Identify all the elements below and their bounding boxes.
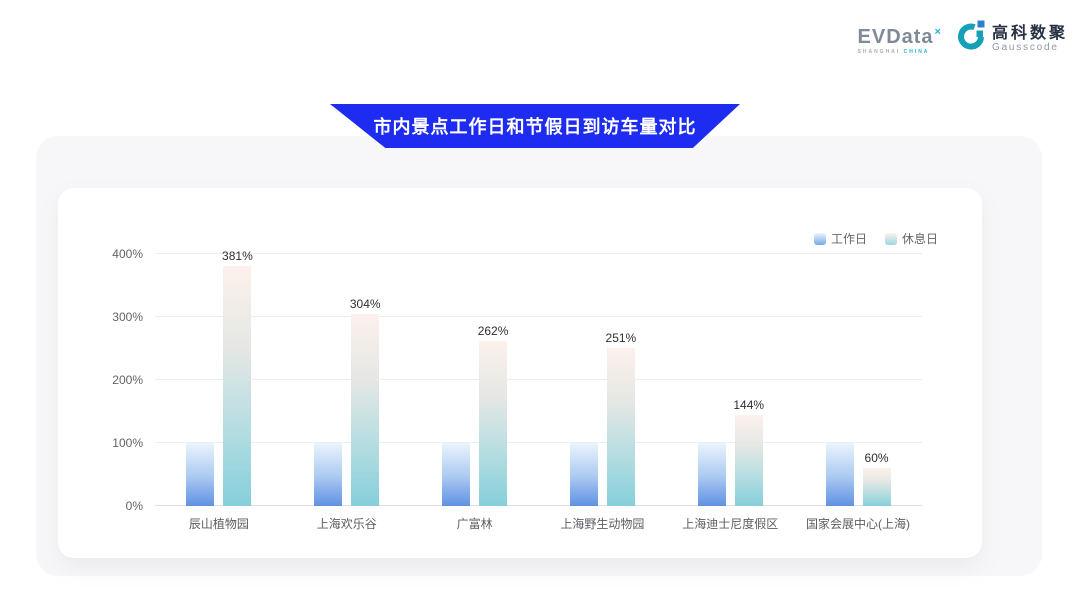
bar-工作日[interactable] — [698, 443, 726, 506]
bar-group: 144%上海迪士尼度假区 — [666, 254, 794, 506]
gausscode-text: 高科数聚 Gausscode — [992, 25, 1068, 53]
page-title: 市内景点工作日和节假日到访车量对比 — [374, 113, 697, 139]
bar-groups: 381%辰山植物园304%上海欢乐谷262%广富林251%上海野生动物园144%… — [155, 254, 922, 506]
chart-panel: 工作日 休息日 0% 100% 200% 300% 400% 381%辰山植物园304%上海… — [36, 136, 1042, 576]
y-axis-tick-label: 200% — [91, 374, 143, 386]
gausscode-cn-label: 高科数聚 — [992, 25, 1068, 42]
bar-group: 304%上海欢乐谷 — [283, 254, 411, 506]
y-axis-tick-label: 100% — [91, 437, 143, 449]
evdata-subtext: SHANGHAI CHINA — [858, 49, 930, 55]
bar-group: 381%辰山植物园 — [155, 254, 283, 506]
title-banner: 市内景点工作日和节假日到访车量对比 — [330, 104, 740, 148]
bar-休息日[interactable]: 262% — [479, 341, 507, 506]
legend-item-休息日[interactable]: 休息日 — [885, 230, 938, 247]
evdata-wordmark: EVData× — [858, 22, 942, 47]
bar-value-label: 262% — [478, 324, 509, 338]
bar-工作日[interactable] — [570, 443, 598, 506]
bar-工作日[interactable] — [826, 443, 854, 506]
bar-工作日[interactable] — [442, 443, 470, 506]
bar-工作日[interactable] — [186, 443, 214, 506]
bar-value-label: 251% — [606, 331, 637, 345]
bar-value-label: 60% — [865, 451, 889, 465]
legend-item-工作日[interactable]: 工作日 — [814, 230, 867, 247]
gausscode-logo: 高科数聚 Gausscode — [956, 20, 1068, 57]
legend-label: 工作日 — [831, 230, 867, 247]
bar-value-label: 304% — [350, 297, 381, 311]
x-axis-category-label: 国家会展中心(上海) — [782, 515, 934, 532]
evdata-subtext-right: CHINA — [904, 49, 930, 55]
evdata-subtext-left: SHANGHAI — [858, 49, 901, 55]
bar-休息日[interactable]: 381% — [223, 266, 251, 506]
legend-swatch-icon — [885, 233, 897, 245]
bar-休息日[interactable]: 144% — [735, 415, 763, 506]
evdata-logo: EVData× SHANGHAI CHINA — [858, 22, 942, 55]
header-logos: EVData× SHANGHAI CHINA 高科数聚 Gausscode — [858, 20, 1068, 57]
evdata-wordmark-text: EVData — [858, 26, 934, 48]
chart-card: 工作日 休息日 0% 100% 200% 300% 400% 381%辰山植物园304%上海… — [58, 188, 982, 558]
bar-group: 262%广富林 — [411, 254, 539, 506]
evdata-x-icon: × — [935, 26, 942, 38]
chart-plot-area: 0%100%200%300%400%381%辰山植物园304%上海欢乐谷262%… — [155, 254, 922, 506]
legend-swatch-icon — [814, 233, 826, 245]
bar-group: 60%国家会展中心(上海) — [794, 254, 922, 506]
bar-value-label: 381% — [222, 249, 253, 263]
gausscode-g-icon — [956, 20, 986, 57]
bar-休息日[interactable]: 60% — [863, 468, 891, 506]
bar-group: 251%上海野生动物园 — [538, 254, 666, 506]
gausscode-en-label: Gausscode — [992, 42, 1068, 53]
bar-休息日[interactable]: 304% — [351, 314, 379, 506]
bar-工作日[interactable] — [314, 443, 342, 506]
bar-value-label: 144% — [733, 398, 764, 412]
chart-legend: 工作日 休息日 — [814, 230, 938, 247]
bar-休息日[interactable]: 251% — [607, 348, 635, 506]
y-axis-tick-label: 0% — [91, 500, 143, 512]
y-axis-tick-label: 400% — [91, 248, 143, 260]
y-axis-tick-label: 300% — [91, 311, 143, 323]
legend-label: 休息日 — [902, 230, 938, 247]
